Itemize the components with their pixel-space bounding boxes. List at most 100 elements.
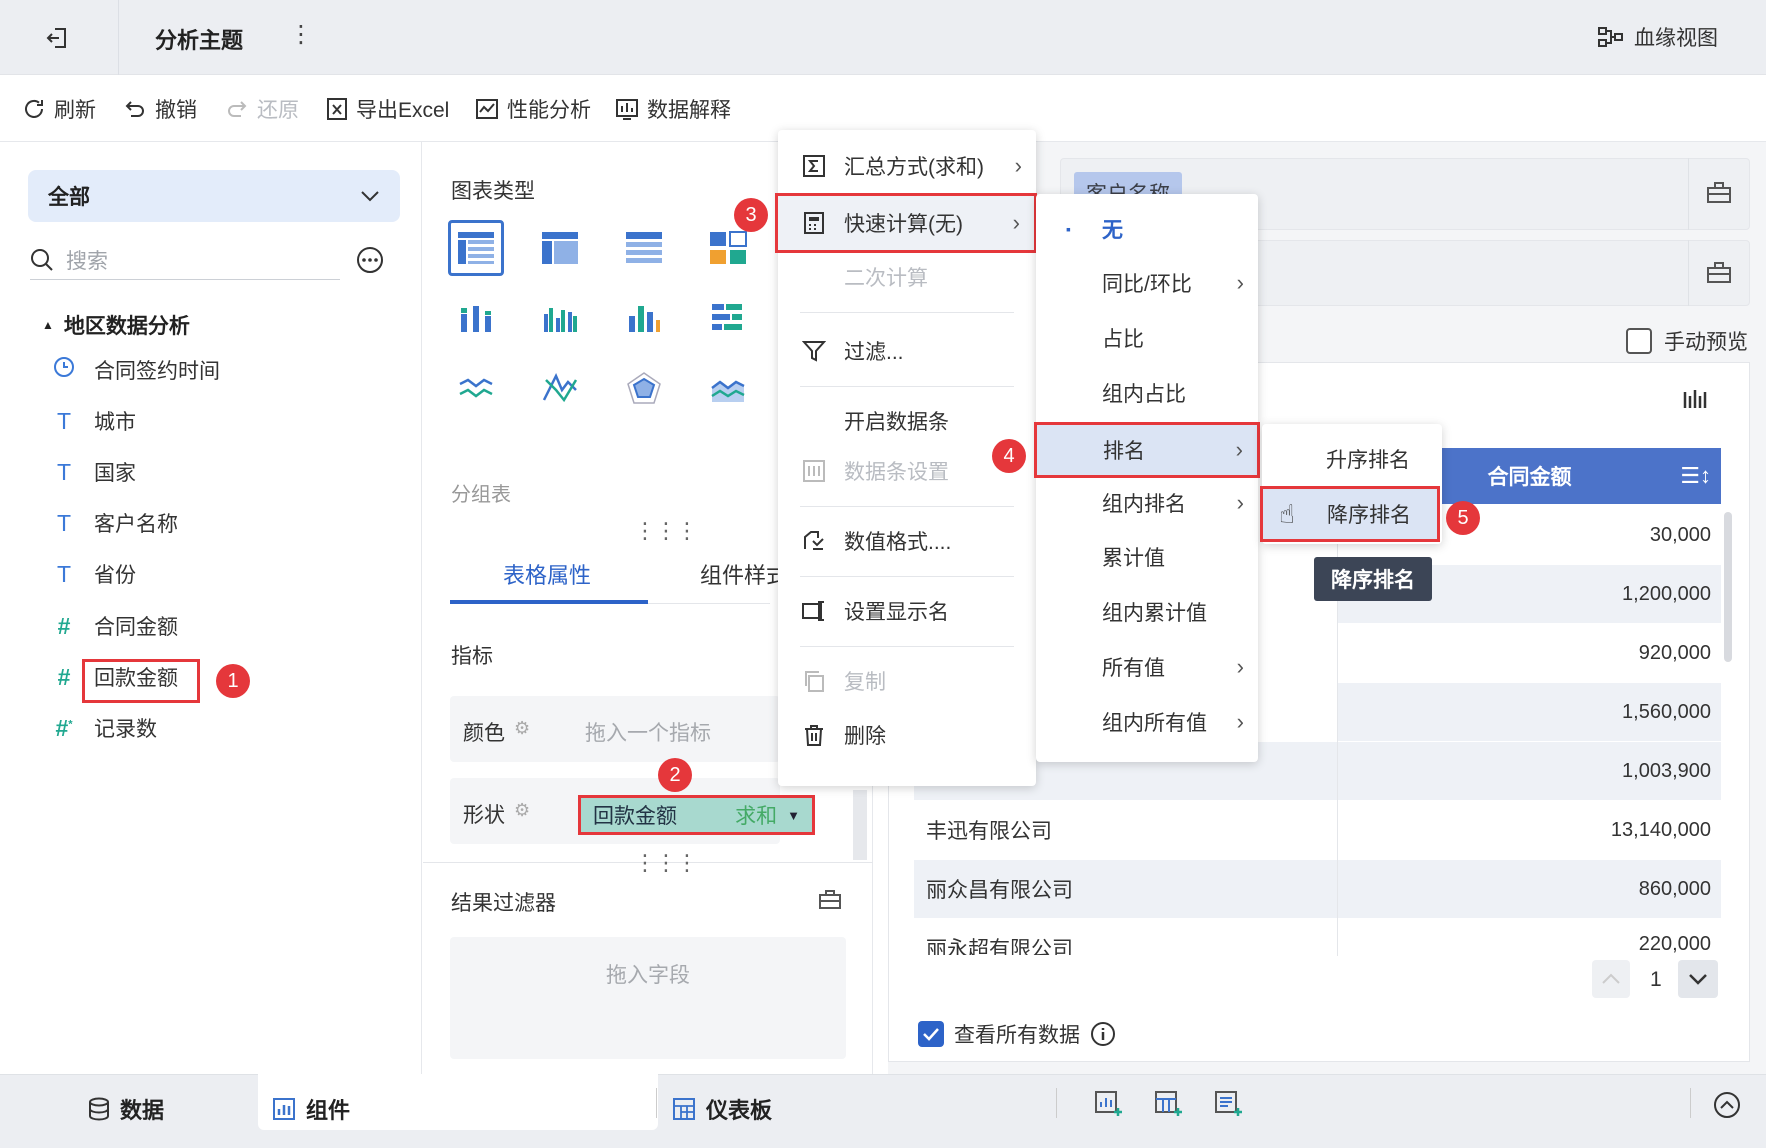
chevron-down-icon [1689, 974, 1707, 985]
menu-item-asc-rank[interactable]: 升序排名 [1262, 434, 1442, 484]
export-excel-button[interactable]: 导出Excel [326, 94, 449, 124]
field-item-record-count[interactable]: #* 记录数 [52, 712, 157, 744]
result-filter-drop-zone[interactable]: 拖入字段 [450, 937, 846, 1059]
performance-label: 性能分析 [507, 99, 591, 122]
view-all-data-checkbox[interactable]: 查看所有数据 [918, 1019, 1116, 1049]
menu-item-group-ratio[interactable]: 组内占比 [1036, 368, 1258, 418]
chart-view-icon[interactable] [1682, 388, 1708, 417]
text-type-icon: T [56, 560, 72, 587]
menu-item-group-cumulative[interactable]: 组内累计值 [1036, 587, 1258, 637]
top-header [0, 0, 1766, 75]
chart-type-column-icon[interactable] [616, 290, 672, 346]
menu-item-none[interactable]: ▪ 无 [1036, 204, 1258, 254]
menu-item-number-format[interactable]: 数值格式.... [778, 516, 1036, 566]
menu-item-filter[interactable]: 过滤... [778, 326, 1036, 376]
menu-item-desc-rank[interactable]: ☝ 降序排名 [1260, 486, 1440, 542]
chart-type-area-icon[interactable] [700, 360, 756, 416]
add-chart-icon[interactable] [1094, 1090, 1124, 1123]
highlight-box-1 [82, 659, 200, 703]
chart-type-grouped-column-icon[interactable] [532, 290, 588, 346]
divider [1688, 158, 1689, 230]
dataset-select[interactable]: 全部 [28, 170, 400, 222]
menu-item-enable-databar[interactable]: 开启数据条 [778, 396, 1036, 446]
menu-item-delete[interactable]: 删除 [778, 710, 1036, 760]
menu-separator [800, 506, 1014, 507]
table-cell-value: 860,000 [1338, 860, 1721, 918]
menu-item-rank[interactable]: 排名 › [1034, 422, 1260, 478]
copy-icon [800, 669, 828, 693]
menu-item-copy[interactable]: 复制 [778, 656, 1036, 706]
drag-handle-icon[interactable]: ⋮⋮⋮ [634, 518, 698, 544]
field-item-country[interactable]: T 国家 [52, 456, 136, 488]
menu-item-display-name[interactable]: 设置显示名 [778, 586, 1036, 636]
menu-item-yoy[interactable]: 同比/环比 › [1036, 258, 1258, 308]
chart-type-detail-table-icon[interactable] [616, 220, 672, 276]
menu-item-summary-method[interactable]: 汇总方式(求和) › [778, 141, 1036, 191]
lineage-view-button[interactable]: 血缘视图 [1598, 22, 1718, 52]
filter-settings-icon[interactable] [818, 888, 842, 915]
add-table-icon[interactable] [1154, 1090, 1184, 1123]
page-down-button[interactable] [1678, 960, 1718, 998]
bottom-tab-component[interactable]: 组件 [272, 1093, 350, 1125]
field-item-city[interactable]: T 城市 [52, 405, 136, 437]
tree-group-header[interactable]: ▲ 地区数据分析 [42, 310, 190, 340]
menu-separator [800, 312, 1014, 313]
back-icon[interactable] [40, 20, 76, 56]
menu-item-ratio[interactable]: 占比 [1036, 313, 1258, 363]
caret-down-icon: ▼ [787, 807, 800, 823]
performance-button[interactable]: 性能分析 [475, 94, 591, 124]
menu-item-label: 数值格式.... [844, 531, 952, 554]
bottom-tab-dashboard[interactable]: 仪表板 [672, 1093, 772, 1125]
info-icon[interactable] [1090, 1021, 1116, 1047]
field-item-contract-time[interactable]: 合同签约时间 [52, 354, 220, 386]
bottom-tab-data[interactable]: 数据 [88, 1093, 164, 1125]
tab-table-props[interactable]: 表格属性 [503, 558, 591, 590]
chart-type-line-icon[interactable] [448, 360, 504, 416]
field-search[interactable]: 搜索 [30, 240, 340, 280]
sigma-icon [800, 154, 828, 178]
chevron-right-icon: › [1012, 210, 1020, 235]
scrollbar[interactable] [853, 790, 867, 860]
menu-item-secondary-calc[interactable]: 二次计算 [778, 252, 1036, 302]
menu-separator [800, 576, 1014, 577]
settings-gear-icon[interactable]: ⚙ [514, 800, 530, 821]
menu-separator [800, 386, 1014, 387]
menu-item-label: 开启数据条 [844, 411, 949, 434]
settings-gear-icon[interactable]: ⚙ [514, 718, 530, 739]
search-input[interactable]: 搜索 [66, 245, 108, 275]
drag-handle-icon[interactable]: ⋮⋮⋮ [634, 850, 698, 876]
menu-item-group-rank[interactable]: 组内排名 › [1036, 478, 1258, 528]
page-up-button[interactable] [1592, 960, 1630, 998]
add-text-icon[interactable] [1214, 1090, 1244, 1123]
chart-type-cross-table-icon[interactable] [532, 220, 588, 276]
chart-type-multi-line-icon[interactable] [532, 360, 588, 416]
redo-button[interactable]: 还原 [225, 94, 299, 124]
collapse-up-icon[interactable] [1712, 1090, 1742, 1125]
undo-button[interactable]: 撤销 [123, 94, 197, 124]
field-item-contract-amount[interactable]: # 合同金额 [52, 610, 178, 642]
refresh-button[interactable]: 刷新 [22, 94, 96, 124]
chart-type-group-table-icon[interactable] [448, 220, 504, 276]
chart-type-radar-icon[interactable] [616, 360, 672, 416]
field-label: 客户名称 [94, 513, 178, 536]
table-scrollbar[interactable] [1724, 512, 1732, 662]
menu-item-quick-calc[interactable]: 快速计算(无) › [775, 193, 1037, 253]
menu-item-cumulative[interactable]: 累计值 [1036, 532, 1258, 582]
toolbox-icon[interactable] [1706, 260, 1732, 289]
field-item-customer[interactable]: T 客户名称 [52, 507, 178, 539]
tab-component-style[interactable]: 组件样式 [700, 558, 788, 590]
field-item-province[interactable]: T 省份 [52, 558, 136, 590]
active-tab-indicator [450, 600, 648, 604]
menu-item-label: 二次计算 [844, 267, 928, 290]
menu-item-group-all-values[interactable]: 组内所有值 › [1036, 697, 1258, 747]
menu-item-all-values[interactable]: 所有值 › [1036, 642, 1258, 692]
chart-type-stacked-column-icon[interactable] [448, 290, 504, 346]
shape-field-pill[interactable]: 回款金额 求和 ▼ [578, 795, 815, 835]
chart-type-bar-icon[interactable] [700, 290, 756, 346]
data-explain-button[interactable]: 数据解释 [615, 94, 731, 124]
manual-preview-checkbox[interactable]: 手动预览 [1626, 326, 1748, 356]
toolbox-icon[interactable] [1706, 180, 1732, 209]
more-options-icon[interactable] [356, 246, 384, 279]
sort-icon[interactable]: ☰↕ [1680, 463, 1711, 489]
more-vertical-icon[interactable]: ⋮ [289, 20, 313, 49]
